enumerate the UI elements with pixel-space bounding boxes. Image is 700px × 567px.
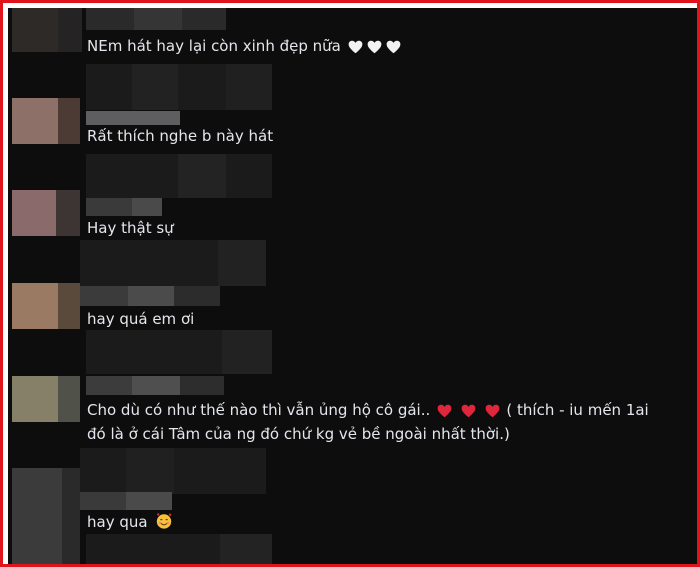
red-heart-icon [437,404,452,417]
avatar[interactable] [12,468,80,564]
avatar[interactable] [12,190,80,236]
avatar[interactable] [12,283,80,329]
screenshot-frame: NEm hát hay lại còn xinh đẹp nữa Rất thí… [0,0,700,567]
blurred-block [126,448,174,494]
blurred-block [178,154,226,198]
comment-text: Cho dù có như thế nào thì vẫn ủng hộ cô … [87,401,649,419]
white-heart-icon [386,40,400,53]
red-heart-icon [485,404,499,417]
blurred-block [226,64,272,110]
blurred-block [128,286,174,306]
comment-text: Rất thích nghe b này hát [87,127,274,145]
comment-text: hay quá em ơi [87,310,195,328]
avatar[interactable] [12,376,80,422]
blurred-block [134,8,182,30]
blurred-block [132,198,162,216]
red-heart-icon [461,404,476,417]
comment-text: hay qua [87,510,173,535]
smiling-face-with-hearts-icon [157,513,172,529]
blurred-block [132,64,178,110]
comment-text: NEm hát hay lại còn xinh đẹp nữa [87,34,403,59]
comments-panel: NEm hát hay lại còn xinh đẹp nữa Rất thí… [8,8,697,564]
avatar[interactable] [12,8,82,52]
blurred-block [132,376,180,395]
white-heart-icon [367,40,381,53]
blurred-block [220,534,272,564]
blurred-block [218,240,266,286]
avatar[interactable] [12,98,80,144]
blurred-block [174,286,220,306]
comment-text-line-2: đó là ở cái Tâm của ng đó chứ kg vẻ bề n… [87,425,510,443]
blurred-block [126,492,172,510]
white-heart-icon [348,40,362,53]
blurred-block [180,376,224,395]
blurred-username[interactable] [86,111,180,125]
comment-text: Hay thật sự [87,219,174,237]
blurred-block [222,330,272,374]
